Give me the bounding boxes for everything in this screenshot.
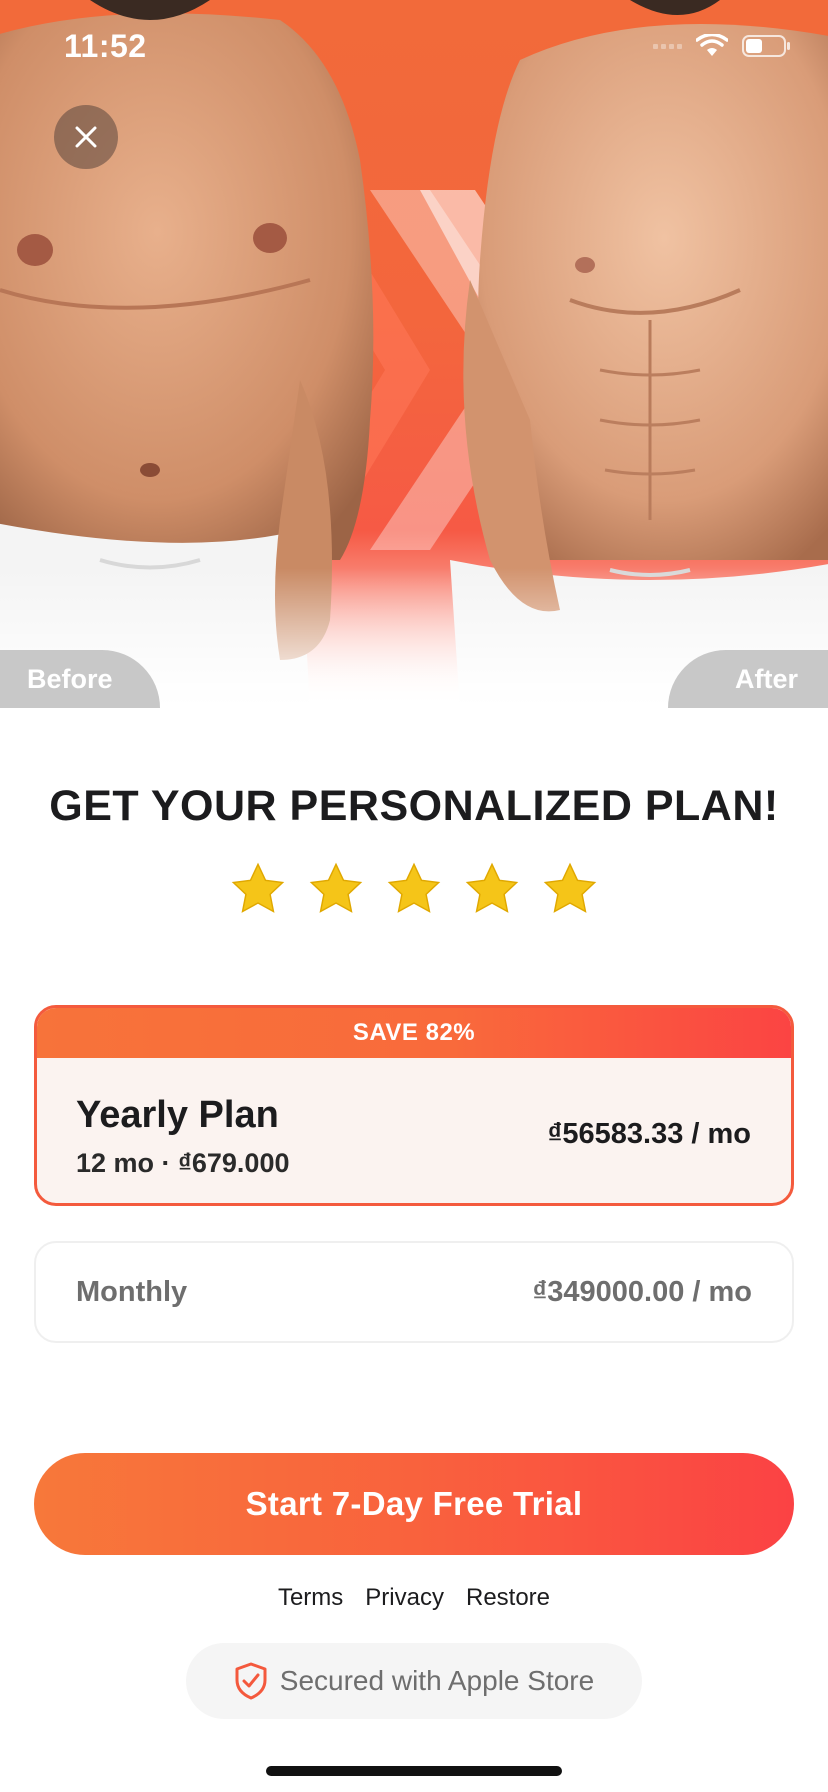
status-time: 11:52 (64, 28, 147, 64)
yearly-plan-subtitle: 12 mo · ₫679.000 (76, 1148, 290, 1178)
yearly-plan-option[interactable]: SAVE 82% Yearly Plan 12 mo · ₫679.000 ₫5… (34, 1005, 794, 1206)
shield-check-icon (235, 1662, 267, 1700)
monthly-plan-price: ₫349000.00 / mo (532, 1276, 752, 1308)
star-icon (309, 862, 363, 913)
close-icon (75, 126, 97, 148)
close-button[interactable] (54, 105, 118, 169)
save-badge: SAVE 82% (37, 1008, 791, 1058)
star-icon (387, 862, 441, 913)
cellular-signal-icon (653, 43, 682, 49)
secure-badge-label: Secured with Apple Store (279, 1665, 595, 1696)
yearly-plan-name: Yearly Plan (76, 1094, 279, 1136)
home-indicator (266, 1766, 562, 1776)
yearly-plan-price: ₫56583.33 / mo (547, 1118, 751, 1150)
monthly-plan-name: Monthly (76, 1276, 188, 1308)
privacy-link[interactable]: Privacy (365, 1584, 444, 1612)
secure-badge: Secured with Apple Store (186, 1643, 642, 1719)
restore-link[interactable]: Restore (466, 1584, 550, 1612)
footer-links: Terms Privacy Restore (0, 1584, 828, 1612)
wifi-icon (696, 34, 728, 56)
terms-link[interactable]: Terms (278, 1584, 343, 1612)
status-icons (653, 34, 792, 58)
page-title: GET YOUR PERSONALIZED PLAN! (49, 782, 779, 830)
star-icon (543, 862, 597, 913)
star-icon (231, 862, 285, 913)
monthly-plan-option[interactable]: Monthly ₫349000.00 / mo (34, 1241, 794, 1343)
star-icon (465, 862, 519, 913)
battery-icon (742, 35, 790, 57)
start-trial-button[interactable]: Start 7-Day Free Trial (34, 1453, 794, 1555)
hero-image: 11:52 Before After (0, 0, 828, 708)
star-rating (0, 860, 828, 918)
